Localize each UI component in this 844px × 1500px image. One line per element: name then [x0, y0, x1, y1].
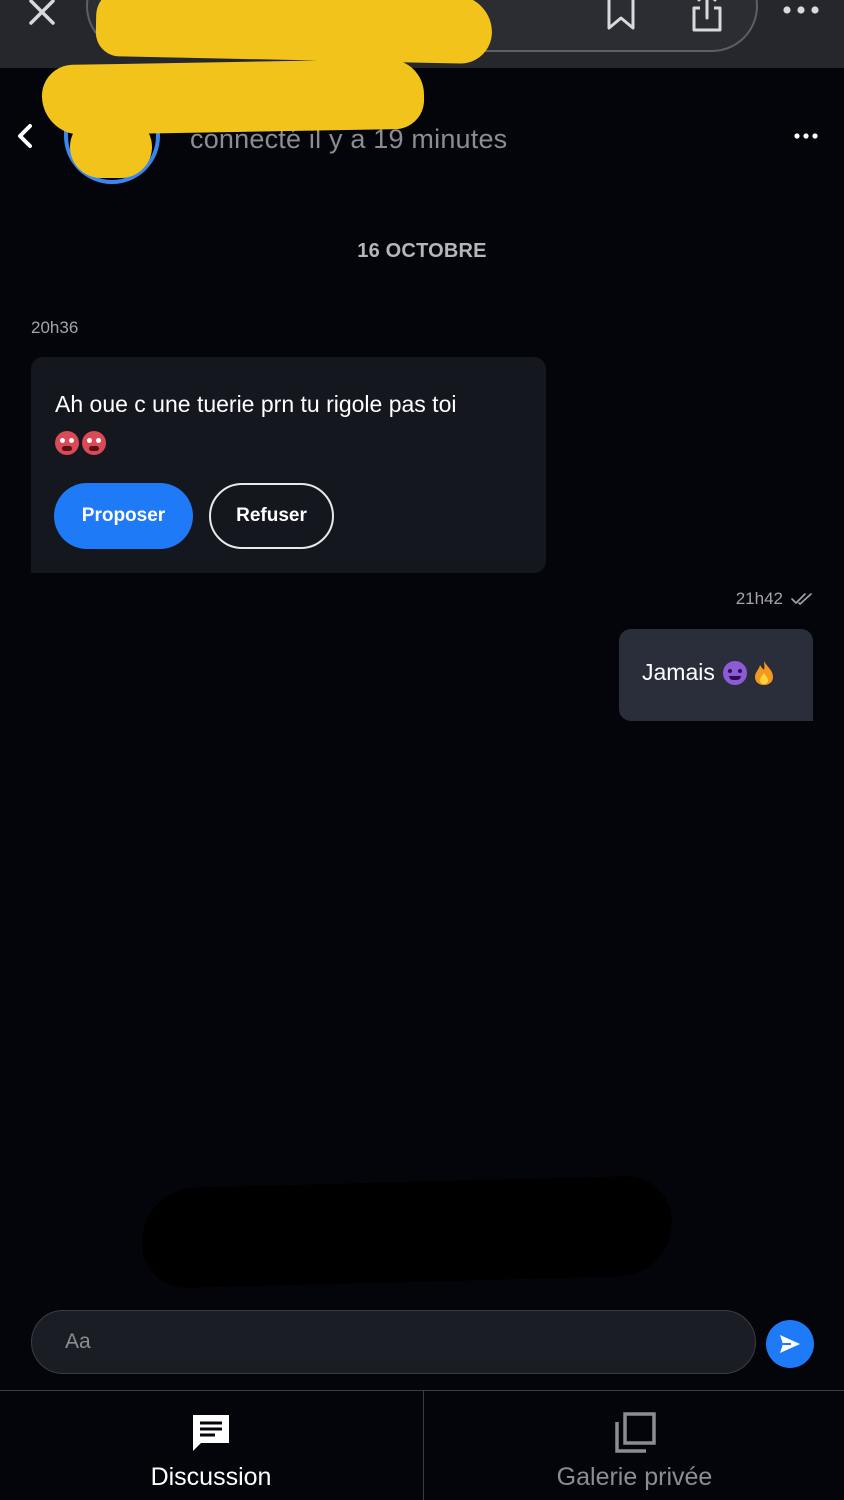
propose-button[interactable]: Proposer — [54, 483, 193, 549]
message-text-container: Ah oue c une tuerie prn tu rigole pas to… — [55, 387, 525, 455]
redaction-mark — [95, 0, 493, 65]
outgoing-message-bubble: Jamais — [619, 629, 813, 721]
message-text: Ah oue c une tuerie prn tu rigole pas to… — [55, 391, 457, 417]
incoming-message-bubble: Ah oue c une tuerie prn tu rigole pas to… — [31, 357, 546, 573]
close-icon[interactable] — [24, 0, 60, 30]
tab-private-gallery[interactable]: Galerie privée — [423, 1391, 844, 1500]
message-text-container: Jamais — [642, 659, 775, 686]
emoji-row — [55, 424, 525, 455]
tab-label: Galerie privée — [556, 1463, 713, 1491]
bottom-tab-bar: Discussion Galerie privée — [0, 1390, 844, 1500]
tab-label: Discussion — [150, 1463, 272, 1491]
message-text: Jamais — [642, 659, 715, 685]
fire-emoji — [753, 660, 775, 686]
gallery-icon — [614, 1412, 656, 1453]
smiling-devil-emoji — [722, 660, 747, 685]
refuse-button[interactable]: Refuser — [209, 483, 334, 549]
chat-icon — [193, 1415, 229, 1451]
share-icon[interactable] — [688, 0, 726, 34]
message-input[interactable] — [31, 1310, 756, 1374]
tab-discussion[interactable]: Discussion — [0, 1391, 422, 1500]
bookmark-icon[interactable] — [604, 0, 638, 32]
hot-face-emoji — [55, 430, 79, 455]
send-icon — [780, 1335, 800, 1353]
date-separator: 16 OCTOBRE — [357, 240, 487, 262]
more-horizontal-icon[interactable] — [792, 124, 820, 148]
more-horizontal-icon[interactable] — [780, 0, 822, 22]
message-timestamp: 20h36 — [31, 318, 79, 337]
redaction-mark — [140, 1175, 674, 1289]
double-check-icon — [791, 593, 812, 605]
send-button[interactable] — [766, 1320, 814, 1368]
redaction-mark — [70, 116, 152, 178]
back-chevron-icon[interactable] — [10, 118, 40, 154]
message-timestamp: 21h42 — [735, 589, 783, 608]
hot-face-emoji — [82, 430, 106, 455]
outgoing-message-meta: 21h42 — [736, 589, 813, 609]
